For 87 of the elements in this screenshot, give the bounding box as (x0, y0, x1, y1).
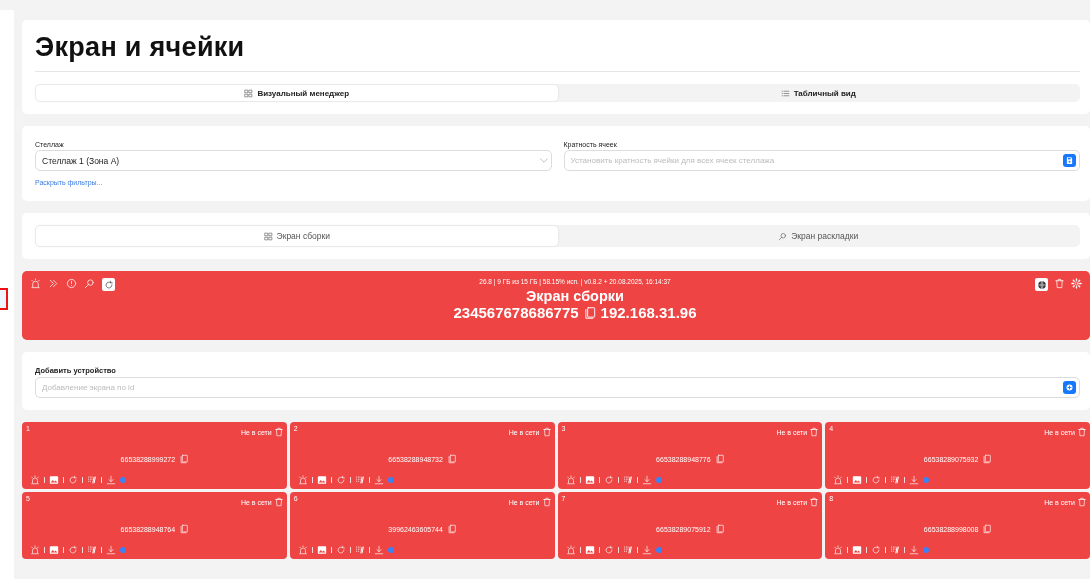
download-icon[interactable] (106, 545, 116, 555)
refresh-button[interactable] (102, 278, 115, 291)
trash-icon[interactable] (1077, 497, 1087, 507)
refresh-icon[interactable] (335, 475, 346, 485)
dot-grid-icon[interactable] (622, 475, 633, 485)
page-title: Экран и ячейки (35, 32, 246, 63)
trash-icon[interactable] (809, 427, 820, 437)
view-tab[interactable]: Экран сборки (36, 226, 558, 246)
device-id: 234567678686775 (453, 304, 579, 321)
copy-icon[interactable] (446, 524, 457, 534)
view-tab[interactable]: Визуальный менеджер (36, 85, 558, 101)
image-icon[interactable] (852, 475, 863, 485)
multiplicity-input[interactable]: Установить кратность ячейки для всех ячеек стеллажа (570, 156, 1063, 165)
dot-grid-icon[interactable] (622, 545, 633, 555)
save-icon (1065, 156, 1074, 165)
ip-address: 192.168.31.96 (600, 304, 697, 321)
download-icon[interactable] (106, 475, 116, 485)
siren-icon[interactable] (565, 545, 576, 555)
image-icon[interactable] (316, 475, 327, 485)
globe-button[interactable] (1035, 278, 1048, 291)
siren-icon[interactable] (833, 475, 844, 485)
copy-icon[interactable] (582, 304, 597, 321)
image-icon[interactable] (852, 545, 863, 555)
search-icon[interactable] (84, 278, 95, 289)
refresh-icon[interactable] (603, 545, 614, 555)
image-icon[interactable] (49, 475, 59, 485)
refresh-icon[interactable] (871, 545, 882, 555)
add-icon (1065, 383, 1074, 392)
refresh-icon[interactable] (871, 475, 882, 485)
siren-icon[interactable] (30, 545, 40, 555)
copy-icon[interactable] (982, 524, 993, 534)
multiplicity-field[interactable]: Установить кратность ячейки для всех ячеек стеллажа (563, 150, 1080, 171)
dot-grid-icon[interactable] (87, 475, 97, 485)
refresh-icon[interactable] (335, 545, 346, 555)
refresh-icon[interactable] (603, 475, 614, 485)
copy-icon[interactable] (179, 454, 190, 464)
globe-icon (1036, 279, 1047, 290)
trash-icon[interactable] (273, 427, 284, 437)
dot-grid-icon[interactable] (354, 545, 365, 555)
trash-icon[interactable] (541, 497, 552, 507)
trash-icon[interactable] (273, 497, 284, 507)
siren-icon[interactable] (30, 278, 41, 289)
list-icon (780, 88, 790, 98)
download-icon[interactable] (373, 475, 384, 485)
chevron-down-icon (539, 158, 548, 163)
view-tab[interactable]: Табличный вид (557, 85, 1079, 101)
save-button[interactable] (1063, 154, 1076, 167)
siren-icon[interactable] (297, 545, 308, 555)
trash-icon[interactable] (541, 427, 552, 437)
clock-alert-icon[interactable] (66, 278, 77, 289)
dot-grid-icon[interactable] (87, 545, 97, 555)
trash-icon[interactable] (809, 497, 820, 507)
siren-icon[interactable] (833, 545, 844, 555)
grid-icon (263, 231, 273, 241)
rack-select[interactable]: Стеллаж 1 (Зона А) (35, 150, 552, 171)
copy-icon[interactable] (982, 454, 993, 464)
image-icon[interactable] (584, 545, 595, 555)
dot-grid-icon[interactable] (890, 475, 901, 485)
image-icon[interactable] (584, 475, 595, 485)
refresh-icon (103, 279, 114, 290)
refresh-icon[interactable] (68, 475, 78, 485)
siren-icon[interactable] (565, 475, 576, 485)
image-icon[interactable] (49, 545, 59, 555)
download-icon[interactable] (909, 475, 920, 485)
view-tab[interactable]: Экран раскладки (557, 226, 1079, 246)
download-icon[interactable] (909, 545, 920, 555)
search-icon (778, 231, 788, 241)
refresh-icon[interactable] (68, 545, 78, 555)
trash-icon[interactable] (1077, 427, 1087, 437)
siren-icon[interactable] (30, 475, 40, 485)
download-icon[interactable] (641, 545, 652, 555)
double-chevron-icon[interactable] (48, 278, 59, 289)
copy-icon[interactable] (714, 454, 725, 464)
grid-icon (244, 88, 254, 98)
trash-icon[interactable] (1054, 278, 1065, 289)
image-icon[interactable] (316, 545, 327, 555)
download-icon[interactable] (641, 475, 652, 485)
settings-icon[interactable] (1071, 278, 1082, 289)
copy-icon[interactable] (714, 524, 725, 534)
screen-title: Экран сборки (526, 288, 624, 304)
dot-grid-icon[interactable] (354, 475, 365, 485)
copy-icon[interactable] (179, 524, 190, 534)
download-icon[interactable] (373, 545, 384, 555)
add-button[interactable] (1063, 381, 1076, 394)
siren-icon[interactable] (297, 475, 308, 485)
dot-grid-icon[interactable] (890, 545, 901, 555)
copy-icon[interactable] (446, 454, 457, 464)
